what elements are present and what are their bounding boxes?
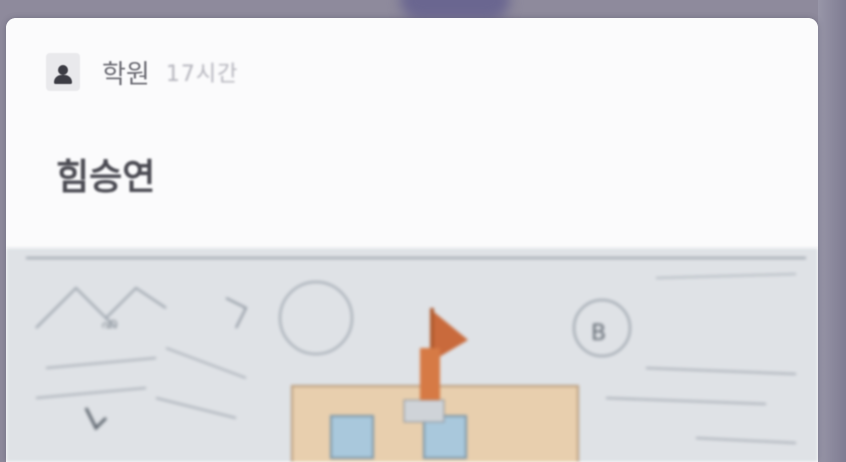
svg-text:B: B (591, 321, 606, 346)
sketch-image: ഹ B (6, 248, 818, 462)
svg-text:ഹ: ഹ (101, 316, 118, 332)
background-blur (400, 0, 510, 20)
notification-meta: 학원 17시간 (46, 52, 238, 92)
notification-time: 17시간 (165, 62, 239, 87)
student-avatar-icon (46, 53, 80, 91)
notification-header: 학원 17시간 힘승연 (6, 18, 818, 248)
notification-title: 힘승연 (56, 157, 156, 198)
notification-sender: 학원 (102, 59, 150, 90)
background-edge (818, 0, 846, 462)
image-preview[interactable]: ഹ B (6, 248, 818, 462)
notification-card[interactable]: 학원 17시간 힘승연 ഹ B (6, 18, 818, 462)
